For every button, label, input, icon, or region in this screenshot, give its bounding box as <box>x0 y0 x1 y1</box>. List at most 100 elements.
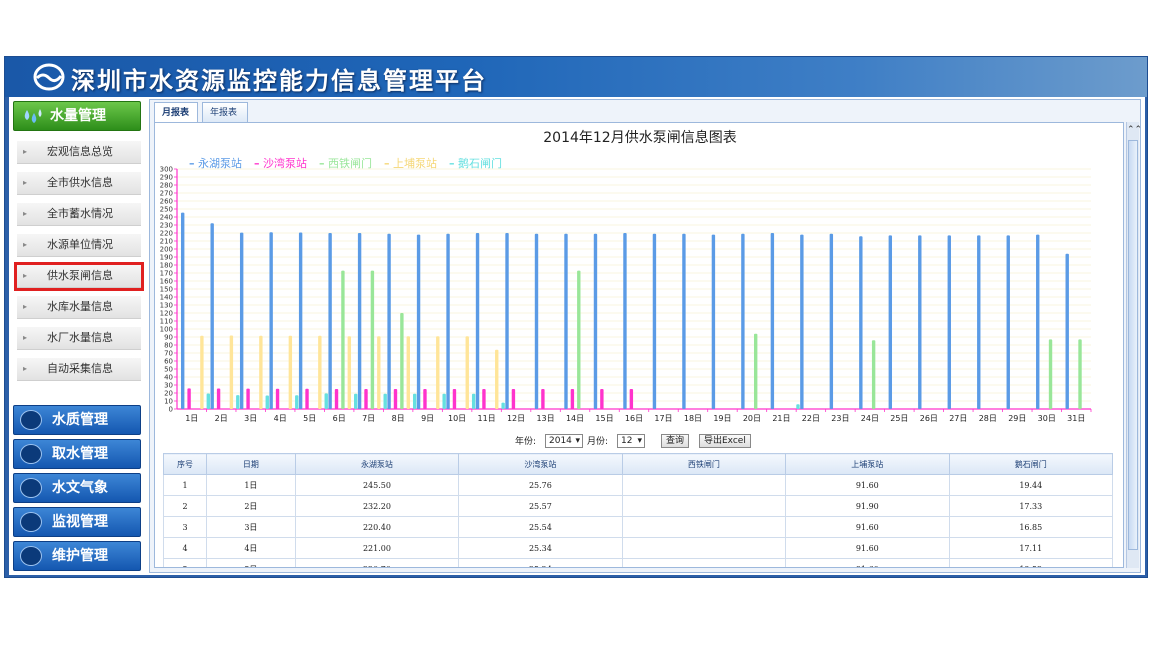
table-cell <box>621 558 787 567</box>
nav-weather[interactable]: 水文气象 <box>13 473 141 503</box>
report-content: 2014年12月供水泵闸信息图表 – 永湖泵站 – 沙湾泵站 – 西铁闸门 – 上埔泵… <box>154 122 1124 568</box>
app-title: 深圳市水资源监控能力信息管理平台 <box>71 67 487 95</box>
table-cell: 91.60 <box>785 516 950 538</box>
nav-water-quality[interactable]: 水质管理 <box>13 405 141 435</box>
sidebar-item-5[interactable]: ▸ 供水泵闸信息 <box>14 262 144 291</box>
bar-2 <box>511 389 516 409</box>
sidebar-item-3[interactable]: ▸ 全市蓄水情况 <box>17 203 141 226</box>
x-tick-label: 25日 <box>890 414 908 423</box>
x-tick-label: 29日 <box>1008 414 1026 423</box>
table-cell: 25.34 <box>458 537 623 559</box>
bar-1 <box>1065 253 1069 409</box>
table-row[interactable]: 4 4日 221.00 25.34 91.60 17.11 <box>163 537 1114 559</box>
table-row[interactable]: 55日220.7025.24 91.6019.52 <box>163 558 1114 567</box>
query-button[interactable]: 查询 <box>661 434 690 448</box>
table-cell <box>621 516 787 538</box>
bar-1 <box>239 232 244 409</box>
water-logo-icon <box>33 63 65 91</box>
bar-1 <box>446 233 450 409</box>
sidebar-item-label: 水源单位情况 <box>47 238 113 251</box>
table-row[interactable]: 2 2日 232.20 25.57 91.90 17.33 <box>163 495 1114 517</box>
bar-4 <box>259 335 263 409</box>
weather-icon <box>20 478 42 498</box>
bar-4 <box>377 336 381 409</box>
sidebar-item-6[interactable]: ▸ 水库水量信息 <box>17 296 141 319</box>
x-tick-label: 5日 <box>303 414 316 423</box>
x-tick-label: 1日 <box>185 414 198 423</box>
y-tick-label: 300 <box>160 166 173 174</box>
bar-2 <box>541 389 545 409</box>
query-controls: 年份: 2014 ▾ 月份: 12 ▾ 查询 导出Excel <box>155 431 1117 451</box>
table-cell: 245.50 <box>294 474 460 496</box>
y-tick-label: 70 <box>164 350 173 358</box>
table-header: 永湖泵站 <box>294 453 460 475</box>
bar-1 <box>918 235 922 409</box>
bar-3 <box>341 270 345 409</box>
bar-1 <box>416 234 421 409</box>
chart-title: 2014年12月供水泵闸信息图表 <box>543 130 737 146</box>
bar-2 <box>305 388 309 409</box>
table-cell: 16.85 <box>948 516 1114 538</box>
bar-1 <box>269 232 273 409</box>
y-tick-label: 30 <box>164 382 173 390</box>
vertical-scrollbar[interactable]: ⌃⌃ <box>1126 122 1142 568</box>
sidebar-section-water-quantity[interactable]: 水量管理 <box>13 101 141 131</box>
x-tick-label: 12日 <box>507 414 525 423</box>
table-cell: 91.90 <box>785 495 950 517</box>
table-header: 序号 <box>163 453 207 475</box>
nav-water-intake[interactable]: 取水管理 <box>13 439 141 469</box>
x-tick-label: 14日 <box>566 414 584 423</box>
bar-3 <box>1048 339 1053 409</box>
x-tick-label: 15日 <box>595 414 613 423</box>
sidebar: 水量管理 ▸ 宏观信息总览 ▸ 全市供水信息 ▸ 全市蓄水情况 ▸ 水源单位情况 ▸ 供水泵闸信息… <box>9 97 147 575</box>
y-tick-label: 280 <box>160 182 173 190</box>
tab-monthly-report[interactable]: 月报表 <box>154 102 198 122</box>
scroll-up-icon[interactable]: ⌃⌃ <box>1127 122 1142 138</box>
bar-3 <box>1078 339 1082 409</box>
x-tick-label: 9日 <box>421 414 434 423</box>
nav-label: 取水管理 <box>52 446 108 462</box>
chevron-right-icon: ▸ <box>23 240 28 249</box>
sidebar-item-label: 全市供水信息 <box>47 176 113 189</box>
bar-5 <box>442 393 446 409</box>
table-cell: 25.54 <box>458 516 623 538</box>
table-cell: 91.60 <box>785 537 950 559</box>
bar-2 <box>216 388 221 409</box>
bar-1 <box>770 233 775 409</box>
bar-1 <box>741 233 745 409</box>
table-cell: 19.44 <box>948 474 1114 496</box>
year-select[interactable]: 2014 ▾ <box>545 434 583 448</box>
nav-camera[interactable]: 监视管理 <box>13 507 141 537</box>
month-select[interactable]: 12 ▾ <box>617 434 645 448</box>
y-tick-label: 240 <box>160 214 173 222</box>
sidebar-item-8[interactable]: ▸ 自动采集信息 <box>17 358 141 381</box>
bar-1 <box>800 234 804 409</box>
water-intake-icon <box>20 444 42 464</box>
bar-1 <box>1036 234 1040 409</box>
y-tick-label: 10 <box>164 398 173 406</box>
export-excel-button[interactable]: 导出Excel <box>699 434 751 448</box>
sidebar-item-4[interactable]: ▸ 水源单位情况 <box>17 234 141 257</box>
bar-2 <box>275 388 280 409</box>
bar-1 <box>357 233 362 409</box>
bar-3 <box>871 340 876 409</box>
sidebar-item-1[interactable]: ▸ 宏观信息总览 <box>17 141 141 164</box>
x-tick-label: 13日 <box>536 414 554 423</box>
table-cell: 4 <box>163 537 207 559</box>
nav-label: 监视管理 <box>52 514 108 530</box>
table-cell: 4日 <box>206 537 296 559</box>
x-tick-label: 24日 <box>861 414 879 423</box>
scroll-thumb[interactable] <box>1128 140 1138 550</box>
chevron-right-icon: ▸ <box>23 147 28 156</box>
bar-1 <box>829 233 834 409</box>
bar-1 <box>387 233 391 409</box>
bar-5 <box>412 393 417 409</box>
sidebar-item-2[interactable]: ▸ 全市供水信息 <box>17 172 141 195</box>
nav-maintenance[interactable]: 维护管理 <box>13 541 141 571</box>
table-row[interactable]: 1 1日 245.50 25.76 91.60 19.44 <box>163 474 1114 496</box>
table-row[interactable]: 3 3日 220.40 25.54 91.60 16.85 <box>163 516 1114 538</box>
sidebar-item-7[interactable]: ▸ 水厂水量信息 <box>17 327 141 350</box>
bar-1 <box>328 233 332 409</box>
table-cell: 91.60 <box>785 558 950 567</box>
tab-yearly-report[interactable]: 年报表 <box>202 102 248 122</box>
